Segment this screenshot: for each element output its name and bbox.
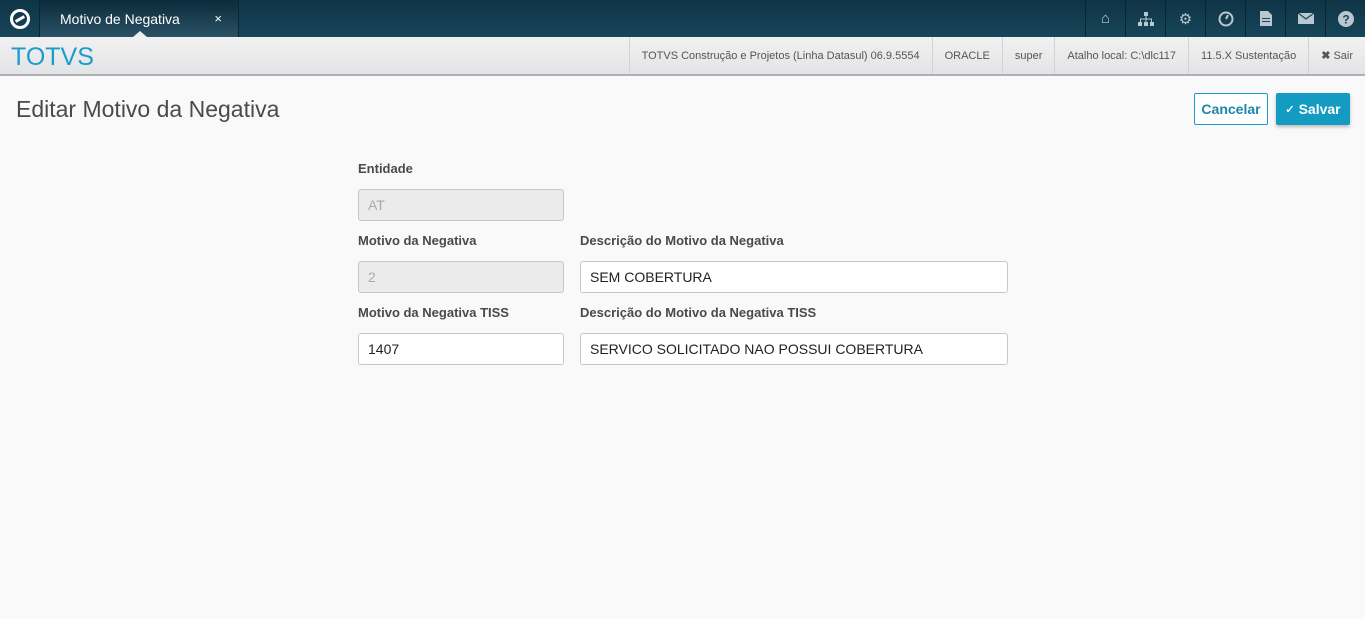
save-button[interactable]: ✓ Salvar — [1276, 93, 1350, 125]
save-label: Salvar — [1298, 101, 1341, 117]
logout-button[interactable]: ✖ Sair — [1308, 37, 1365, 74]
descricao-tiss-field[interactable] — [580, 333, 1008, 365]
logout-label: Sair — [1333, 49, 1353, 62]
motivo-tiss-field[interactable] — [358, 333, 564, 365]
check-icon: ✓ — [1285, 103, 1295, 116]
motivo-tiss-label: Motivo da Negativa TISS — [358, 305, 509, 320]
totvs-logo-icon[interactable] — [0, 0, 40, 37]
close-icon: ✖ — [1321, 50, 1331, 62]
shortcut-info: Atalho local: C:\dlc117 — [1054, 37, 1188, 74]
page-title: Editar Motivo da Negativa — [16, 96, 280, 122]
cancel-button[interactable]: Cancelar — [1194, 93, 1268, 125]
tab-label: Motivo de Negativa — [60, 10, 180, 27]
svg-text:?: ? — [1342, 12, 1349, 26]
top-bar: Motivo de Negativa × ⌂ ⚙ ? — [0, 0, 1365, 37]
clock-icon[interactable] — [1205, 0, 1245, 37]
help-icon[interactable]: ? — [1325, 0, 1365, 37]
descricao-tiss-label: Descrição do Motivo da Negativa TISS — [580, 305, 817, 320]
entidade-field[interactable] — [358, 189, 564, 221]
close-tab-icon[interactable]: × — [214, 11, 222, 26]
entidade-label: Entidade — [358, 161, 413, 176]
descricao-label: Descrição do Motivo da Negativa — [580, 233, 784, 248]
gear-icon[interactable]: ⚙ — [1165, 0, 1205, 37]
home-icon[interactable]: ⌂ — [1085, 0, 1125, 37]
product-info: TOTVS Construção e Projetos (Linha Datas… — [628, 37, 932, 74]
tab-motivo-de-negativa[interactable]: Motivo de Negativa × — [40, 0, 239, 37]
descricao-field[interactable] — [580, 261, 1008, 293]
motivo-label: Motivo da Negativa — [358, 233, 477, 248]
version-info: 11.5.X Sustentação — [1188, 37, 1308, 74]
user-info: super — [1001, 37, 1055, 74]
motivo-field[interactable] — [358, 261, 564, 293]
document-icon[interactable] — [1245, 0, 1285, 37]
mail-icon[interactable] — [1285, 0, 1325, 37]
sitemap-icon[interactable] — [1125, 0, 1165, 37]
app-header: TOTVS TOTVS Construção e Projetos (Linha… — [0, 37, 1365, 76]
database-info: ORACLE — [931, 37, 1002, 74]
brand-logo: TOTVS — [11, 43, 94, 71]
